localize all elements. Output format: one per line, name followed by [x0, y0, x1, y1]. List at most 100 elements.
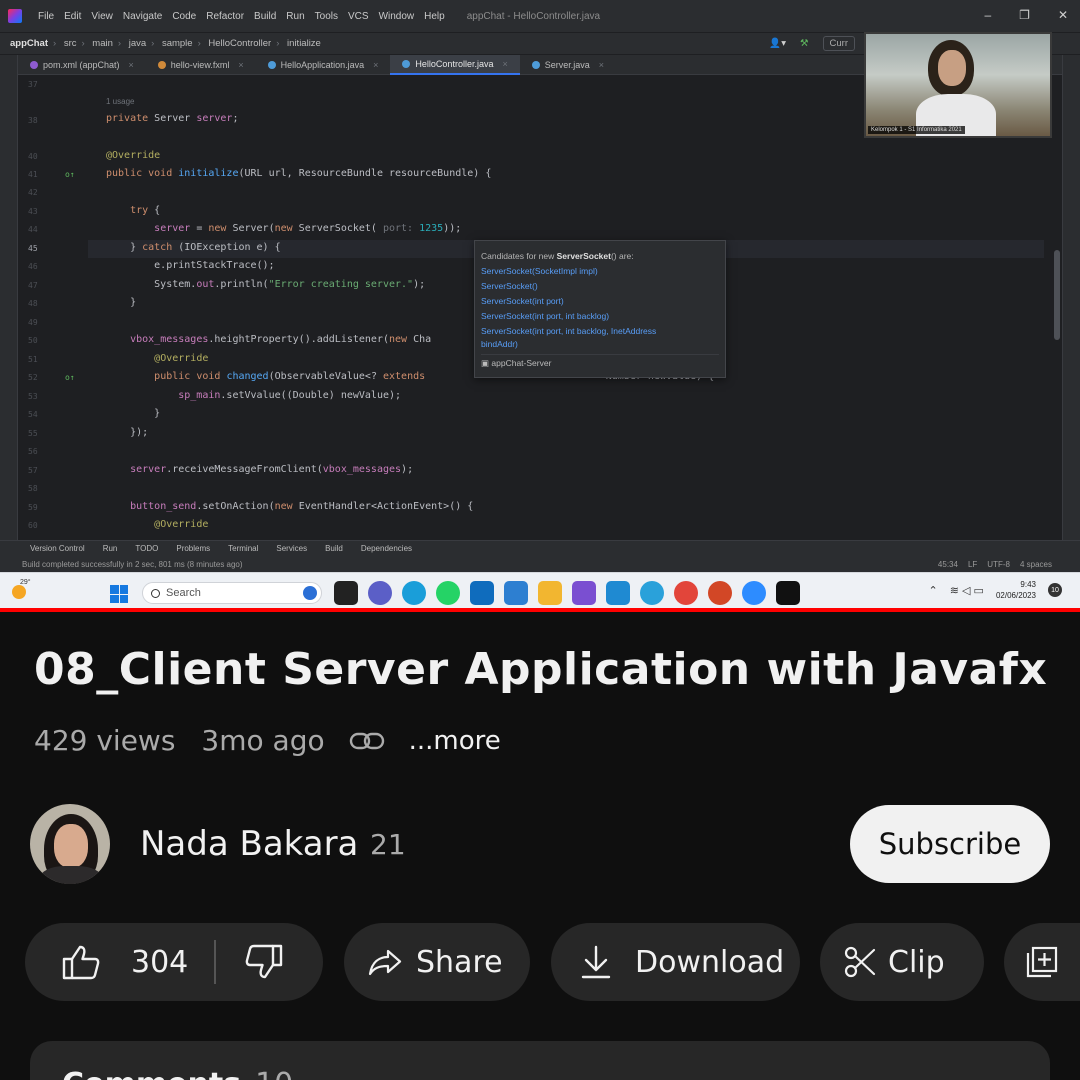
maven-file-icon	[30, 60, 38, 69]
hammer-icon: ⚒	[799, 38, 809, 49]
tool-todo: TODO	[135, 544, 159, 553]
windows-taskbar: 29° Search ⌃ ≋ ◁ ▭ 9:43 02/06/2023 10	[0, 572, 1080, 612]
thumbs-up-icon	[62, 945, 100, 980]
constructor-candidates-popup: Candidates for new ServerSocket() are: S…	[474, 240, 726, 378]
file-explorer-icon	[334, 581, 358, 605]
menu-window: Window	[378, 10, 415, 22]
scissors-icon	[844, 946, 876, 978]
user-icon: 👤▾	[769, 38, 786, 49]
dislike-button[interactable]	[216, 923, 284, 1001]
clip-button[interactable]: Clip	[820, 923, 984, 1001]
download-button[interactable]: Download	[551, 923, 800, 1001]
override-marker-icon: o↑	[65, 170, 75, 179]
upload-age: 3mo ago	[201, 724, 325, 757]
video-metadata[interactable]: 429 views 3mo ago ...more	[34, 724, 501, 757]
indent-setting: 4 spaces	[1019, 559, 1052, 569]
breadcrumb-sample: sample	[161, 38, 193, 49]
breadcrumb-main: main	[92, 38, 113, 49]
taskbar-clock: 9:43 02/06/2023	[995, 580, 1036, 600]
comments-label: Comments	[62, 1067, 241, 1080]
download-icon	[581, 945, 611, 979]
chevron-up-icon: ⌃	[928, 584, 938, 597]
tool-problems: Problems	[176, 544, 211, 553]
menu-run: Run	[286, 10, 305, 22]
view-count: 429 views	[34, 724, 176, 757]
menu-build: Build	[254, 10, 277, 22]
chrome-icon	[674, 581, 698, 605]
menu-navigate: Navigate	[122, 10, 163, 22]
caret-position: 45:34	[937, 559, 958, 569]
clip-label: Clip	[888, 944, 945, 980]
whatsapp-icon	[436, 581, 460, 605]
candidate-item: ServerSocket()	[481, 281, 538, 291]
tool-run: Run	[102, 544, 118, 553]
share-button[interactable]: Share	[344, 923, 530, 1001]
line-separator: LF	[967, 559, 978, 569]
tool-build: Build	[325, 544, 343, 553]
ide-titlebar: File Edit View Navigate Code Refactor Bu…	[0, 0, 1080, 32]
breadcrumb-java: java	[128, 38, 147, 49]
minimize-icon: –	[984, 8, 992, 22]
search-icon	[151, 588, 160, 598]
breadcrumb-class: HelloController	[208, 38, 272, 49]
java-class-icon	[267, 60, 276, 69]
editor-scrollbar	[1054, 250, 1060, 340]
channel-name[interactable]: Nada Bakara	[140, 824, 358, 864]
weather-icon: 29°	[10, 579, 32, 603]
usages-hint: 1 usage	[106, 97, 135, 106]
share-label: Share	[416, 944, 503, 980]
java-class-icon	[531, 60, 540, 69]
java-class-icon	[402, 59, 411, 68]
candidate-item: bindAddr)	[481, 339, 518, 349]
bing-icon	[303, 586, 317, 600]
comments-panel[interactable]: Comments 10	[30, 1041, 1050, 1080]
breadcrumb-src: src	[63, 38, 77, 49]
powerpoint-icon	[708, 581, 732, 605]
intellij-logo-icon	[8, 9, 22, 23]
link-icon	[349, 732, 384, 749]
channel-row: Nada Bakara 21 Subscribe	[30, 804, 1050, 884]
windows-start-icon	[110, 585, 128, 603]
file-encoding: UTF-8	[987, 559, 1010, 569]
ide-status-bar: Build completed successfully in 2 sec, 8…	[0, 556, 1080, 572]
more-link[interactable]: ...more	[409, 726, 501, 756]
subscriber-count: 21	[370, 828, 406, 861]
channel-avatar[interactable]	[30, 804, 110, 884]
edge-icon	[402, 581, 426, 605]
video-title: 08_Client Server Application with Javafx	[34, 644, 1048, 695]
candidate-item: ServerSocket(int port, int backlog, Inet…	[481, 326, 657, 336]
menu-help: Help	[424, 10, 445, 22]
thumbs-down-icon	[245, 944, 283, 979]
fxml-file-icon	[157, 60, 166, 69]
like-dislike-group: 304	[25, 923, 323, 1001]
telegram-icon	[640, 581, 664, 605]
close-icon: ✕	[1057, 8, 1068, 22]
save-button[interactable]	[1004, 923, 1080, 1001]
mail-icon	[470, 581, 494, 605]
menu-view: View	[91, 10, 113, 22]
build-status: Build completed successfully in 2 sec, 8…	[22, 559, 243, 569]
editor-tab: pom.xml (appChat) ×	[18, 55, 146, 75]
tool-version-control: Version Control	[30, 544, 85, 553]
download-label: Download	[635, 944, 785, 980]
video-progress-fill	[0, 608, 1080, 612]
tool-services: Services	[276, 544, 308, 553]
comments-count: 10	[255, 1067, 293, 1080]
system-tray: ⌃ ≋ ◁ ▭ 9:43 02/06/2023 10	[929, 579, 1062, 601]
subscribe-button[interactable]: Subscribe	[850, 805, 1050, 883]
module-icon: ▣	[481, 358, 490, 368]
menu-tools: Tools	[314, 10, 338, 22]
menu-vcs: VCS	[348, 10, 369, 22]
ide-menu-bar: File Edit View Navigate Code Refactor Bu…	[38, 11, 445, 22]
add-to-playlist-icon	[1026, 946, 1058, 978]
like-button[interactable]: 304	[25, 923, 188, 1001]
lens-icon	[504, 581, 528, 605]
presenter-webcam: Kelompok 1 - S1 Informatika 2021	[864, 32, 1052, 138]
line-number-gutter: 37 38 40 41 o↑ 42 43 44 45 46 47 48 49 5…	[18, 76, 88, 540]
like-count: 304	[131, 944, 189, 980]
breadcrumb-method: initialize	[287, 38, 321, 49]
video-player[interactable]: File Edit View Navigate Code Refactor Bu…	[0, 0, 1080, 612]
video-progress-bar[interactable]	[0, 608, 1080, 612]
candidate-item: ServerSocket(int port, int backlog)	[481, 311, 610, 321]
store-icon	[572, 581, 596, 605]
